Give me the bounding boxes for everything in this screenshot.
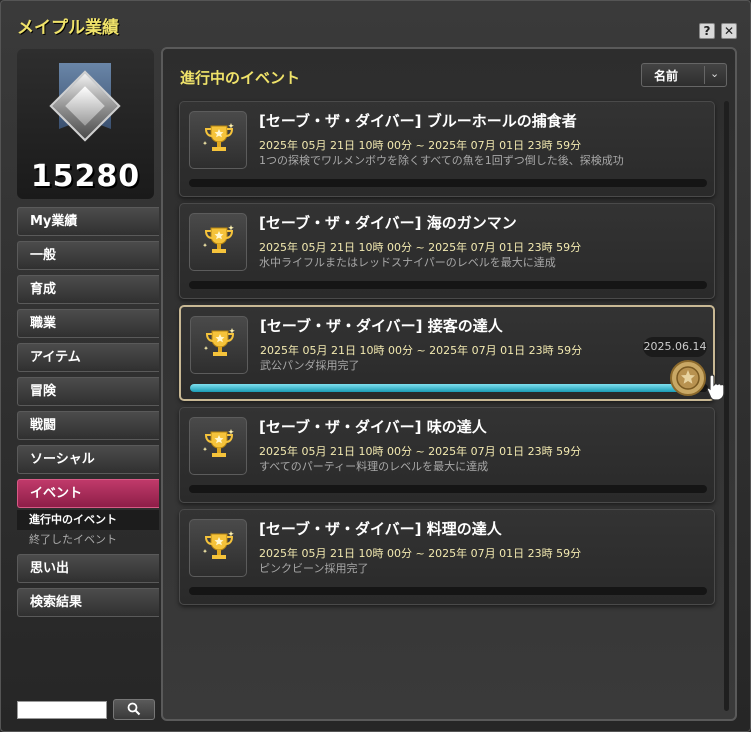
window-title: メイプル業績 xyxy=(17,18,119,38)
trophy-icon xyxy=(202,531,234,559)
completion-seal-icon xyxy=(670,360,706,396)
search-input[interactable] xyxy=(17,701,107,719)
progress-bar xyxy=(190,384,708,392)
sort-selected-label: 名前 xyxy=(654,69,679,83)
event-card[interactable]: [セーブ・ザ・ダイバー] 料理の達人 2025年 05月 21日 10時 00分… xyxy=(179,509,715,605)
progress-bar xyxy=(189,587,707,595)
chevron-down-icon: ⌄ xyxy=(710,67,720,80)
close-button[interactable]: ✕ xyxy=(721,23,737,39)
event-period: 2025年 05月 21日 10時 00分 ~ 2025年 07月 01日 23… xyxy=(260,344,583,357)
event-period: 2025年 05月 21日 10時 00分 ~ 2025年 07月 01日 23… xyxy=(259,445,582,458)
event-period: 2025年 05月 21日 10時 00分 ~ 2025年 07月 01日 23… xyxy=(259,547,582,560)
sidebar-item-event[interactable]: イベント xyxy=(17,479,159,508)
hand-cursor-icon xyxy=(706,374,725,401)
event-submenu: 進行中のイベント 終了したイベント xyxy=(17,510,159,550)
event-name: [セーブ・ザ・ダイバー] 海のガンマン xyxy=(259,214,517,232)
completion-date: 2025.06.14 xyxy=(643,337,707,357)
event-name: [セーブ・ザ・ダイバー] 接客の達人 xyxy=(260,317,503,335)
trophy-icon-box xyxy=(189,213,247,271)
submenu-ongoing-events[interactable]: 進行中のイベント xyxy=(17,510,159,530)
search-button[interactable] xyxy=(113,699,155,720)
event-description: 1つの探検でワルメンボウを除くすべての魚を1回ずつ倒した後、探検成功 xyxy=(259,154,624,167)
trophy-icon xyxy=(202,123,234,151)
sidebar-item-memories[interactable]: 思い出 xyxy=(17,554,159,583)
sidebar-item-growth[interactable]: 育成 xyxy=(17,275,159,304)
event-card[interactable]: [セーブ・ザ・ダイバー] 海のガンマン 2025年 05月 21日 10時 00… xyxy=(179,203,715,299)
achievements-window: メイプル業績 ? ✕ 15280 My業績 一般 育成 職業 アイテム 冒険 戦… xyxy=(0,0,751,732)
scrollbar[interactable] xyxy=(724,101,729,711)
trophy-icon-box xyxy=(189,519,247,577)
sidebar-item-social[interactable]: ソーシャル xyxy=(17,445,159,474)
rank-badge-panel: 15280 xyxy=(17,49,154,199)
trophy-icon xyxy=(202,225,234,253)
divider xyxy=(704,66,705,84)
event-card[interactable]: [セーブ・ザ・ダイバー] ブルーホールの捕食者 2025年 05月 21日 10… xyxy=(179,101,715,197)
event-list-panel: 進行中のイベント 名前 ⌄ [セーブ・ザ・ダイバー] ブルーホールの捕食者 20… xyxy=(161,47,737,721)
trophy-icon xyxy=(202,429,234,457)
event-period: 2025年 05月 21日 10時 00分 ~ 2025年 07月 01日 23… xyxy=(259,139,582,152)
event-name: [セーブ・ザ・ダイバー] 料理の達人 xyxy=(259,520,502,538)
event-card[interactable]: [セーブ・ザ・ダイバー] 味の達人 2025年 05月 21日 10時 00分 … xyxy=(179,407,715,503)
trophy-icon-box xyxy=(189,417,247,475)
sidebar-item-my[interactable]: My業績 xyxy=(17,207,159,236)
sidebar-item-item[interactable]: アイテム xyxy=(17,343,159,372)
event-name: [セーブ・ザ・ダイバー] 味の達人 xyxy=(259,418,487,436)
event-description: ピンクビーン採用完了 xyxy=(259,562,369,575)
achievement-score: 15280 xyxy=(30,159,141,194)
sidebar-item-battle[interactable]: 戦闘 xyxy=(17,411,159,440)
sidebar-item-search-results[interactable]: 検索結果 xyxy=(17,588,159,617)
trophy-icon-box xyxy=(189,111,247,169)
sidebar-item-job[interactable]: 職業 xyxy=(17,309,159,338)
progress-fill xyxy=(190,384,688,392)
section-title: 進行中のイベント xyxy=(180,69,301,87)
event-name: [セーブ・ザ・ダイバー] ブルーホールの捕食者 xyxy=(259,112,577,130)
progress-bar xyxy=(189,179,707,187)
progress-bar xyxy=(189,485,707,493)
event-period: 2025年 05月 21日 10時 00分 ~ 2025年 07月 01日 23… xyxy=(259,241,582,254)
sidebar-item-adventure[interactable]: 冒険 xyxy=(17,377,159,406)
search-icon xyxy=(127,702,141,716)
help-button[interactable]: ? xyxy=(699,23,715,39)
event-description: 武公パンダ採用完了 xyxy=(260,359,360,372)
event-card-completed[interactable]: [セーブ・ザ・ダイバー] 接客の達人 2025年 05月 21日 10時 00分… xyxy=(179,305,725,401)
event-description: 水中ライフルまたはレッドスナイパーのレベルを最大に達成 xyxy=(259,256,556,269)
trophy-icon xyxy=(203,328,235,356)
trophy-icon-box xyxy=(190,316,248,374)
sort-dropdown[interactable]: 名前 ⌄ xyxy=(641,63,727,87)
event-description: すべてのパーティー料理のレベルを最大に達成 xyxy=(259,460,489,473)
progress-bar xyxy=(189,281,707,289)
sidebar-menu: My業績 一般 育成 職業 アイテム 冒険 戦闘 ソーシャル イベント 進行中の… xyxy=(17,207,159,622)
sidebar-item-general[interactable]: 一般 xyxy=(17,241,159,270)
submenu-finished-events[interactable]: 終了したイベント xyxy=(17,530,159,550)
